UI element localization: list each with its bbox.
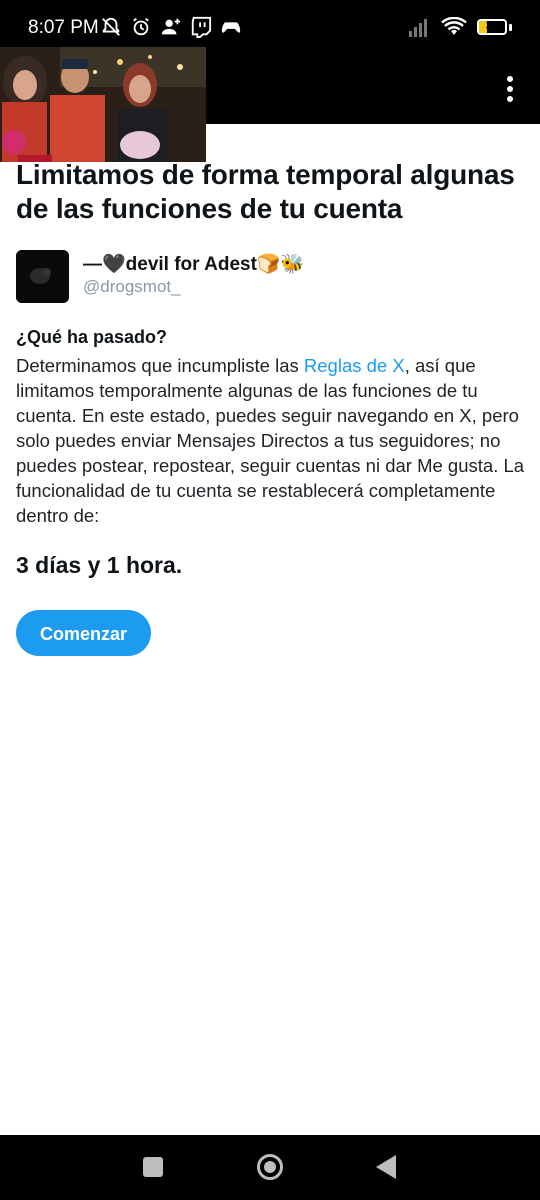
signal-icon xyxy=(409,19,427,37)
pip-video-overlay[interactable] xyxy=(0,47,206,162)
overflow-menu-icon[interactable] xyxy=(500,72,520,112)
pip-video-frame xyxy=(0,47,206,162)
muted-bell-icon xyxy=(102,17,120,36)
rules-link[interactable]: Reglas de X xyxy=(304,355,405,376)
status-time: 8:07 PM xyxy=(28,17,99,38)
account-card: —🖤devil for Adest🍞🐝 @drogsmot_ xyxy=(16,250,524,304)
system-nav-bar xyxy=(0,1135,540,1200)
avatar-image xyxy=(16,250,69,303)
status-notification-icons xyxy=(100,16,242,38)
explanation-text-end: , así que limitamos temporalmente alguna… xyxy=(16,355,525,526)
what-happened-heading: ¿Qué ha pasado? xyxy=(16,327,168,347)
alarm-icon xyxy=(133,17,149,36)
account-handle: @drogsmot_ xyxy=(83,277,181,296)
recents-button[interactable] xyxy=(143,1157,163,1177)
status-system-icons: 31 xyxy=(409,17,512,37)
explanation-text-start: Determinamos que incumpliste las xyxy=(16,355,304,376)
explanation-text: Determinamos que incumpliste las Reglas … xyxy=(16,353,526,528)
battery-icon: 31 xyxy=(477,19,507,35)
battery-level: 31 xyxy=(485,20,499,32)
restriction-duration: 3 días y 1 hora. xyxy=(16,552,183,578)
avatar xyxy=(16,250,69,303)
account-display-name: —🖤devil for Adest🍞🐝 xyxy=(83,254,305,275)
back-button[interactable] xyxy=(376,1155,396,1179)
home-button[interactable] xyxy=(257,1154,283,1180)
add-person-icon xyxy=(161,18,181,35)
twitch-icon xyxy=(191,16,212,38)
start-button[interactable]: Comenzar xyxy=(16,610,151,656)
wifi-icon xyxy=(441,17,467,35)
gamepad-icon xyxy=(221,22,241,33)
battery-cap xyxy=(509,23,512,31)
page-title: Limitamos de forma temporal algunas de l… xyxy=(16,159,515,224)
